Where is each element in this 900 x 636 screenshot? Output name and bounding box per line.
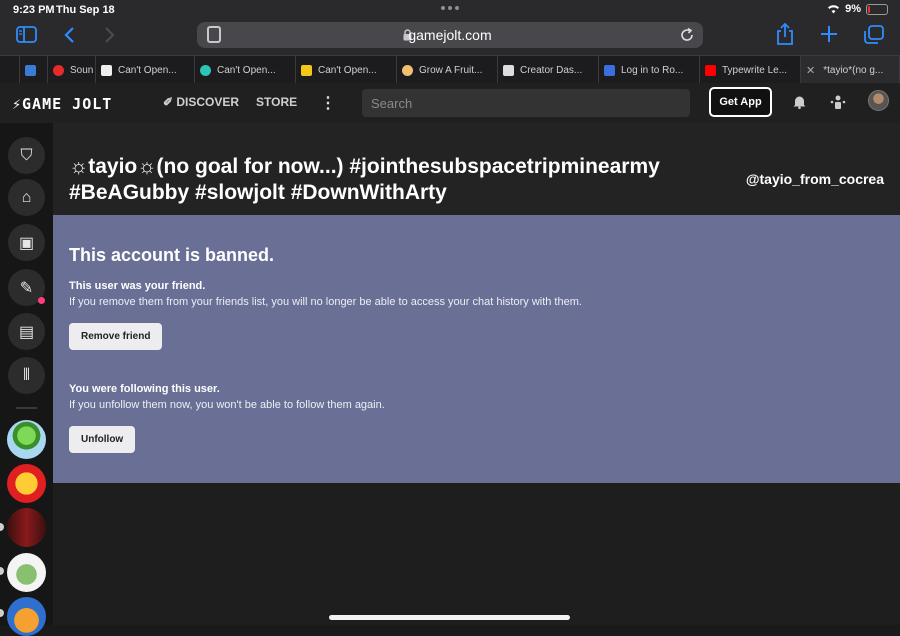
tab-favicon (705, 64, 716, 76)
tab-favicon (402, 64, 413, 76)
tab-item[interactable]: Can't Open... (96, 56, 195, 84)
tab-label: Typewrite Le... (722, 64, 788, 76)
tab-item[interactable]: Creator Das... (498, 56, 599, 84)
library-icon: ⦀ (22, 366, 31, 384)
profile-username[interactable]: @tayio_from_cocrea (746, 171, 884, 187)
tab-overview-icon[interactable] (864, 25, 884, 44)
sidebar-divider (16, 407, 37, 409)
battery-icon (866, 3, 888, 15)
get-app-button[interactable]: Get App (709, 87, 772, 117)
community-avatar[interactable] (7, 553, 46, 592)
community-avatar[interactable] (7, 508, 46, 547)
tab-label: *tayio*(no g... (823, 64, 884, 76)
profile-page: ☼tayio☼(no goal for now...) #jointhesubs… (53, 123, 900, 625)
tab-item[interactable] (0, 56, 20, 84)
discover-icon: ⛉ (20, 146, 33, 164)
sidebar-backpack-button[interactable]: ▣ (8, 224, 45, 261)
tab-label: Can't Open... (217, 64, 276, 76)
backpack-icon: ▣ (18, 234, 35, 252)
tab-item[interactable]: Log in to Ro... (599, 56, 700, 84)
tab-label: Soun (70, 64, 94, 76)
discover-icon: ✐ (163, 95, 177, 109)
banned-notice: This account is banned. This user was yo… (53, 215, 900, 483)
unread-indicator (0, 567, 4, 575)
brush-icon: ✎ (19, 279, 34, 297)
safari-toolbar: gamejolt.com (0, 20, 900, 55)
sidebar-store-button[interactable]: ⌂ (8, 179, 45, 216)
tab-favicon (301, 64, 312, 76)
sidebar-discover-button[interactable]: ⛉ (8, 137, 45, 174)
share-icon[interactable] (776, 23, 794, 45)
follow-text: If you unfollow them now, you won't be a… (69, 399, 385, 411)
tab-label: Creator Das... (520, 64, 583, 76)
nav-discover-label: DISCOVER (176, 95, 240, 109)
reload-icon[interactable] (680, 28, 694, 42)
home-indicator[interactable] (329, 615, 570, 620)
status-time: 9:23 PM (13, 4, 55, 16)
url-text: gamejolt.com (408, 27, 492, 43)
wifi-icon (828, 5, 840, 14)
tab-item[interactable]: Typewrite Le... (700, 56, 801, 84)
search-input[interactable] (362, 89, 690, 117)
tab-item[interactable]: Can't Open... (296, 56, 397, 84)
tab-label: Grow A Fruit... (419, 64, 483, 76)
address-bar[interactable]: gamejolt.com (197, 22, 703, 48)
tab-label: Can't Open... (118, 64, 177, 76)
tab-item[interactable]: Grow A Fruit... (397, 56, 498, 84)
follow-heading: You were following this user. (69, 383, 220, 395)
left-sidebar: ⛉ ⌂ ▣ ✎ ▤ ⦀ (0, 123, 53, 636)
unfollow-button[interactable]: Unfollow (69, 426, 136, 453)
banned-title: This account is banned. (69, 245, 275, 265)
sidebar-icon[interactable] (16, 26, 37, 43)
more-menu-icon[interactable]: ⋮ (320, 93, 336, 113)
tab-label: Log in to Ro... (621, 64, 684, 76)
nav-store[interactable]: STORE (256, 95, 297, 109)
site-header: ⚡GAME JOLT ✐ DISCOVER STORE ⋮ Get App (0, 83, 900, 123)
chat-icon: ▤ (18, 323, 35, 341)
tab-favicon (25, 64, 36, 76)
remove-friend-button[interactable]: Remove friend (69, 323, 163, 350)
unread-indicator (0, 609, 4, 617)
profile-display-name: ☼tayio☼(no goal for now...) #jointhesubs… (69, 155, 660, 204)
community-avatar[interactable] (7, 420, 46, 459)
notification-dot (38, 297, 45, 304)
store-icon: ⌂ (21, 188, 32, 206)
battery-percent: 9% (845, 3, 861, 15)
multitasking-dots[interactable] (441, 6, 459, 10)
community-avatar[interactable] (7, 464, 46, 503)
profile-header: ☼tayio☼(no goal for now...) #jointhesubs… (53, 123, 900, 215)
status-right: 9% (827, 3, 888, 15)
tab-item-active[interactable]: ✕ *tayio*(no g... (801, 56, 900, 84)
forward-icon[interactable] (104, 27, 115, 43)
sidebar-chat-button[interactable]: ▤ (8, 313, 45, 350)
status-date: Thu Sep 18 (56, 4, 115, 16)
new-tab-icon[interactable] (821, 26, 837, 42)
quests-icon[interactable] (830, 95, 846, 109)
tab-favicon (200, 64, 211, 76)
close-tab-icon[interactable]: ✕ (806, 64, 815, 77)
gamejolt-logo[interactable]: ⚡GAME JOLT (12, 95, 112, 113)
tab-item[interactable] (20, 56, 48, 84)
tab-favicon (604, 64, 615, 76)
friend-heading: This user was your friend. (69, 280, 206, 292)
friend-text: If you remove them from your friends lis… (69, 296, 582, 308)
tab-item[interactable]: Soun (48, 56, 96, 84)
sidebar-library-button[interactable]: ⦀ (8, 357, 45, 394)
back-icon[interactable] (64, 27, 75, 43)
tab-favicon (53, 64, 64, 76)
nav-discover[interactable]: ✐ DISCOVER (163, 95, 239, 109)
tab-label: Can't Open... (318, 64, 377, 76)
user-avatar[interactable] (868, 90, 889, 111)
safari-tab-strip: Soun Can't Open... Can't Open... Can't O… (0, 55, 900, 84)
bell-icon[interactable] (793, 95, 806, 109)
logo-text: GAME JOLT (22, 95, 113, 113)
community-avatar[interactable] (7, 597, 46, 636)
unread-indicator (0, 523, 4, 531)
tab-favicon (503, 64, 514, 76)
tab-item[interactable]: Can't Open... (195, 56, 296, 84)
ios-status-bar: 9:23 PM Thu Sep 18 9% (0, 0, 900, 20)
tab-favicon (101, 64, 112, 76)
